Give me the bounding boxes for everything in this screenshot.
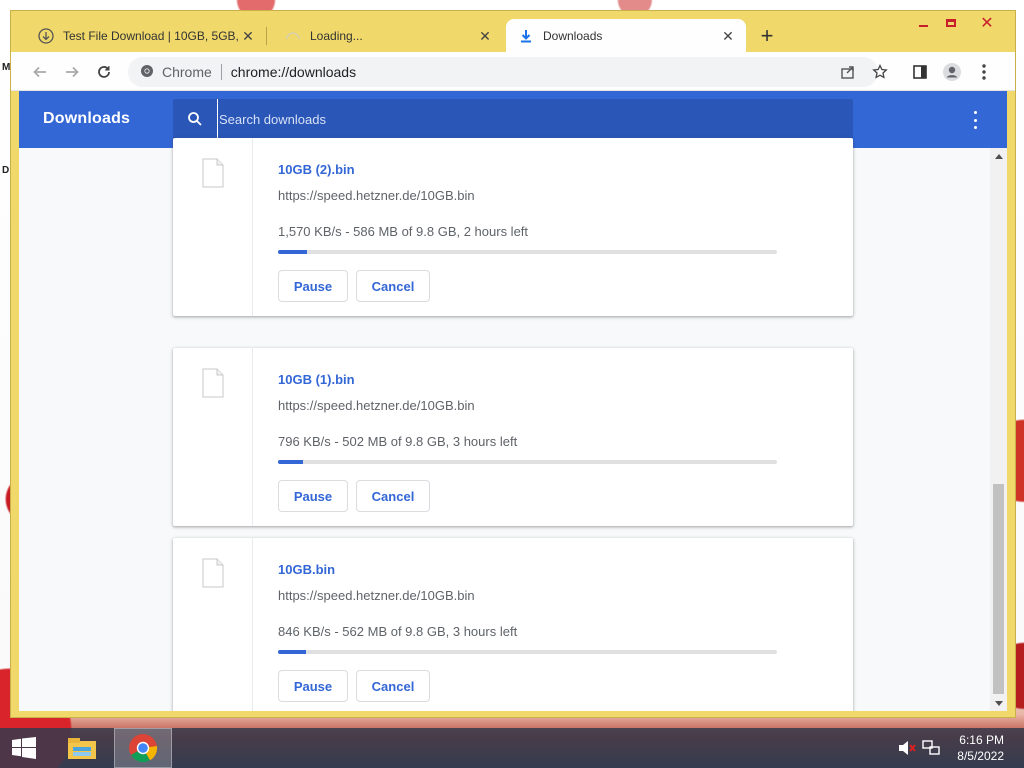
profile-button[interactable] (941, 61, 963, 83)
scroll-up-icon[interactable] (990, 148, 1007, 163)
download-item: 10GB.bin https://speed.hetzner.de/10GB.b… (173, 538, 853, 711)
tab-divider (266, 27, 267, 45)
progress-bar (278, 460, 777, 464)
file-explorer-icon (68, 738, 96, 759)
pause-button[interactable]: Pause (278, 480, 348, 512)
arrow-right-icon (66, 66, 79, 78)
source-url-link[interactable]: https://speed.hetzner.de/10GB.bin (278, 588, 475, 603)
progress-fill (278, 650, 306, 654)
more-vertical-icon (982, 64, 986, 80)
chrome-icon (129, 734, 158, 763)
progress-fill (278, 460, 303, 464)
search-bar[interactable] (173, 99, 853, 139)
file-icon-column (173, 348, 253, 526)
source-url-link[interactable]: https://speed.hetzner.de/10GB.bin (278, 188, 475, 203)
close-icon[interactable]: ✕ (240, 28, 256, 44)
pause-button[interactable]: Pause (278, 270, 348, 302)
loading-spinner-icon (285, 28, 301, 44)
start-button[interactable] (0, 728, 48, 768)
minimize-icon (918, 25, 928, 27)
forward-button[interactable] (61, 61, 83, 83)
omnibox[interactable]: Chrome chrome://downloads (128, 57, 878, 87)
taskbar-chrome[interactable] (114, 728, 172, 768)
cancel-button[interactable]: Cancel (356, 480, 430, 512)
system-clock[interactable]: 6:16 PM 8/5/2022 (924, 732, 1004, 764)
download-arrow-icon (518, 28, 534, 44)
side-panel-icon (913, 65, 927, 79)
back-button[interactable] (29, 61, 51, 83)
file-name-link[interactable]: 10GB (1).bin (278, 372, 355, 387)
file-name-link[interactable]: 10GB.bin (278, 562, 335, 577)
site-label: Chrome (162, 64, 212, 80)
arrow-left-icon (33, 66, 46, 78)
reload-icon (98, 66, 110, 78)
cancel-button[interactable]: Cancel (356, 670, 430, 702)
tab-title: Downloads (543, 28, 603, 43)
file-name-link[interactable]: 10GB (2).bin (278, 162, 355, 177)
volume-muted-button[interactable] (896, 728, 918, 768)
clock-time: 6:16 PM (959, 733, 1004, 747)
tab-strip: Test File Download | 10GB, 5GB, ✕ Loadin… (11, 11, 1015, 52)
reload-button[interactable] (93, 61, 115, 83)
source-url-link[interactable]: https://speed.hetzner.de/10GB.bin (278, 398, 475, 413)
download-status: 846 KB/s - 562 MB of 9.8 GB, 3 hours lef… (278, 624, 518, 639)
minimize-button[interactable] (909, 13, 937, 33)
url-text: chrome://downloads (230, 64, 357, 80)
star-icon (872, 64, 888, 79)
scrollbar-thumb[interactable] (993, 484, 1004, 694)
tab-downloads[interactable]: Downloads ✕ (506, 19, 746, 52)
taskbar-file-explorer[interactable] (58, 728, 106, 768)
windows-start-icon (12, 737, 36, 759)
chrome-logo-icon (140, 64, 154, 81)
cancel-button[interactable]: Cancel (356, 270, 430, 302)
pause-button[interactable]: Pause (278, 670, 348, 702)
progress-bar (278, 250, 777, 254)
more-vertical-icon (973, 111, 977, 114)
page-scrollbar[interactable] (990, 148, 1007, 711)
download-status: 796 KB/s - 502 MB of 9.8 GB, 3 hours lef… (278, 434, 518, 449)
volume-muted-icon (899, 741, 916, 755)
download-status: 1,570 KB/s - 586 MB of 9.8 GB, 2 hours l… (278, 224, 529, 239)
tab-title: Test File Download | 10GB, 5GB, (63, 28, 239, 43)
download-item: 10GB (2).bin https://speed.hetzner.de/10… (173, 138, 853, 316)
new-tab-button[interactable]: + (756, 25, 778, 48)
download-item: 10GB (1).bin https://speed.hetzner.de/10… (173, 348, 853, 526)
maximize-icon (946, 19, 956, 27)
omnibox-divider (220, 64, 222, 80)
page-title: Downloads (43, 110, 131, 127)
more-options-button[interactable] (967, 111, 983, 129)
search-icon (173, 111, 217, 127)
downloads-page: Downloads 10GB (2).bin https://speed.het… (19, 91, 1007, 711)
file-icon-column (173, 138, 253, 316)
close-icon[interactable]: ✕ (720, 28, 736, 44)
progress-bar (278, 650, 777, 654)
close-icon: ✕ (980, 15, 994, 32)
maximize-button[interactable] (937, 13, 965, 33)
download-circle-icon (38, 27, 54, 44)
search-input[interactable] (217, 99, 853, 139)
progress-fill (278, 250, 307, 254)
file-icon (202, 368, 224, 398)
taskbar: 6:16 PM 8/5/2022 (0, 728, 1024, 768)
file-icon (202, 558, 224, 588)
share-button[interactable] (837, 61, 859, 83)
browser-menu-button[interactable] (973, 61, 995, 83)
scroll-down-icon[interactable] (990, 696, 1007, 711)
close-icon[interactable]: ✕ (477, 28, 493, 44)
chrome-window: Test File Download | 10GB, 5GB, ✕ Loadin… (10, 10, 1016, 718)
browser-toolbar: Chrome chrome://downloads (11, 52, 1015, 91)
tab-title: Loading... (310, 28, 363, 43)
bookmark-button[interactable] (869, 61, 891, 83)
desktop-icon-glyph: D (2, 165, 10, 176)
file-icon (202, 158, 224, 188)
tab-loading[interactable]: Loading... ✕ (273, 19, 503, 52)
tab-test-file-download[interactable]: Test File Download | 10GB, 5GB, ✕ (26, 19, 266, 52)
side-panel-button[interactable] (909, 61, 931, 83)
close-window-button[interactable]: ✕ (973, 13, 1001, 33)
file-icon-column (173, 538, 253, 711)
share-icon (841, 66, 854, 79)
clock-date: 8/5/2022 (957, 749, 1004, 763)
avatar-icon (943, 63, 961, 81)
